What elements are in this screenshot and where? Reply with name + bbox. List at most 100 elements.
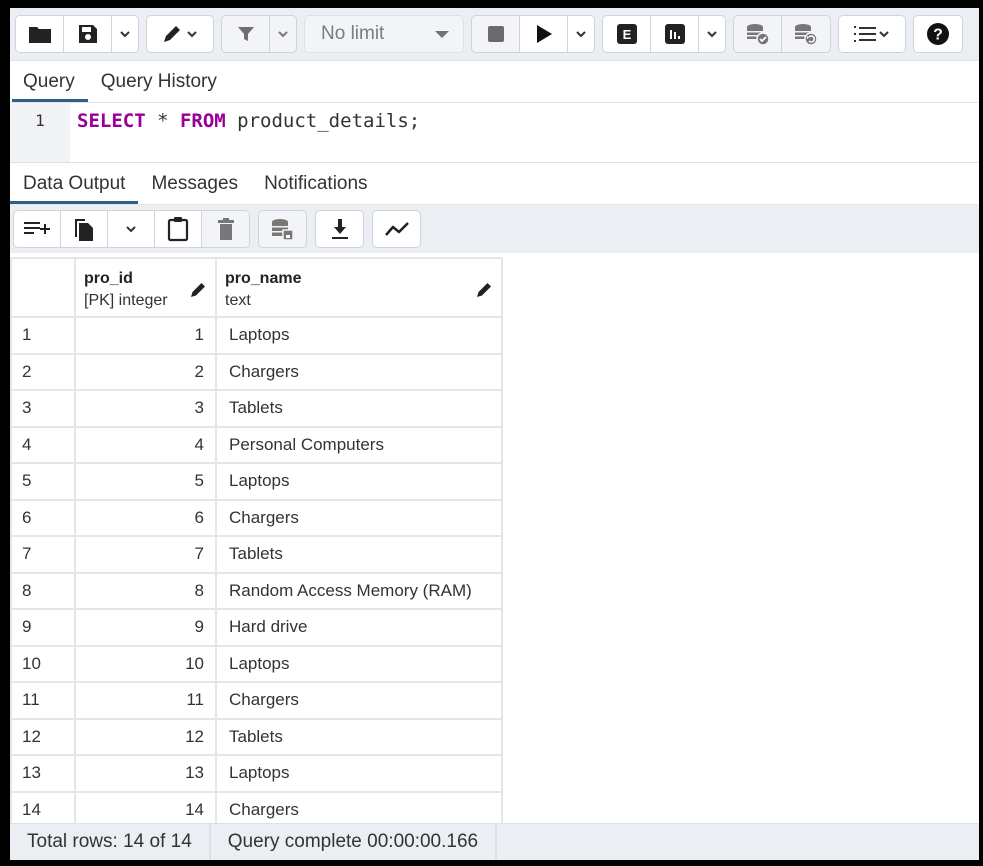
edit-menu-button[interactable]	[147, 16, 213, 52]
row-number-cell[interactable]: 12	[10, 717, 76, 756]
pro-id-cell[interactable]: 7	[74, 535, 217, 574]
row-edit-button-group	[13, 210, 250, 248]
row-number-cell[interactable]: 1	[10, 316, 76, 355]
explain-analyze-button[interactable]	[651, 16, 699, 52]
execute-query-button[interactable]	[520, 16, 568, 52]
macros-list-icon	[854, 26, 876, 42]
download-csv-button[interactable]	[316, 211, 363, 247]
table-row[interactable]: 10 10 Laptops	[10, 644, 503, 683]
row-number-cell[interactable]: 7	[10, 535, 76, 574]
pro-name-cell[interactable]: Hard drive	[215, 608, 503, 647]
table-row[interactable]: 8 8 Random Access Memory (RAM)	[10, 571, 503, 610]
sql-code-line[interactable]: SELECT * FROM product_details;	[70, 103, 420, 162]
pro-name-cell[interactable]: Random Access Memory (RAM)	[215, 571, 503, 610]
paste-icon	[167, 217, 189, 242]
tab-data-output[interactable]: Data Output	[10, 163, 139, 204]
data-output-toolbar	[10, 205, 979, 253]
sql-token-star: *	[145, 110, 180, 132]
row-number-cell[interactable]: 6	[10, 498, 76, 537]
row-number-cell[interactable]: 2	[10, 352, 76, 391]
table-row[interactable]: 4 4 Personal Computers	[10, 425, 503, 464]
pro-name-cell[interactable]: Tablets	[215, 389, 503, 428]
sql-editor[interactable]: 1 SELECT * FROM product_details;	[10, 103, 979, 163]
table-row[interactable]: 11 11 Chargers	[10, 681, 503, 720]
tab-query[interactable]: Query	[10, 61, 88, 102]
pro-id-cell[interactable]: 12	[74, 717, 217, 756]
filter-icon	[237, 27, 254, 41]
copy-button[interactable]	[61, 211, 108, 247]
pro-id-cell[interactable]: 4	[74, 425, 217, 464]
pro-name-cell[interactable]: Tablets	[215, 717, 503, 756]
row-number-header[interactable]	[10, 257, 76, 318]
row-number-cell[interactable]: 11	[10, 681, 76, 720]
query-toolbar: No limit E ?	[10, 8, 979, 61]
open-file-button[interactable]	[16, 16, 64, 52]
save-file-button[interactable]	[64, 16, 112, 52]
copy-options-dropdown[interactable]	[108, 211, 155, 247]
pro-name-cell[interactable]: Laptops	[215, 316, 503, 355]
save-data-changes-button[interactable]	[259, 211, 306, 247]
pro-id-cell[interactable]: 13	[74, 754, 217, 793]
row-limit-select[interactable]: No limit	[304, 15, 464, 53]
table-row[interactable]: 7 7 Tablets	[10, 535, 503, 574]
macros-button[interactable]	[839, 16, 905, 52]
table-row[interactable]: 9 9 Hard drive	[10, 608, 503, 647]
filter-button[interactable]	[222, 16, 270, 52]
column-header-pro-name[interactable]: pro_name text	[215, 257, 503, 318]
column-header-text: pro_id [PK] integer	[84, 270, 168, 310]
column-header-pro-id[interactable]: pro_id [PK] integer	[74, 257, 217, 318]
row-number-cell[interactable]: 9	[10, 608, 76, 647]
delete-row-button[interactable]	[202, 211, 249, 247]
pro-name-cell[interactable]: Chargers	[215, 352, 503, 391]
pro-id-cell[interactable]: 3	[74, 389, 217, 428]
filter-options-dropdown[interactable]	[270, 16, 296, 52]
pro-name-cell[interactable]: Chargers	[215, 498, 503, 537]
row-number-cell[interactable]: 13	[10, 754, 76, 793]
graph-visualiser-button[interactable]	[373, 211, 420, 247]
pro-name-cell[interactable]: Laptops	[215, 754, 503, 793]
row-number-cell[interactable]: 5	[10, 462, 76, 501]
pro-name-cell[interactable]: Tablets	[215, 535, 503, 574]
table-row[interactable]: 12 12 Tablets	[10, 717, 503, 756]
row-number-cell[interactable]: 4	[10, 425, 76, 464]
explain-button[interactable]: E	[603, 16, 651, 52]
tab-messages[interactable]: Messages	[138, 163, 251, 204]
save-data-icon	[271, 219, 294, 241]
explain-options-dropdown[interactable]	[699, 16, 725, 52]
pro-name-cell[interactable]: Laptops	[215, 462, 503, 501]
add-row-button[interactable]	[14, 211, 61, 247]
pro-name-cell[interactable]: Personal Computers	[215, 425, 503, 464]
row-number-cell[interactable]: 10	[10, 644, 76, 683]
rollback-button[interactable]	[782, 16, 830, 52]
pro-name-cell[interactable]: Laptops	[215, 644, 503, 683]
pro-id-cell[interactable]: 2	[74, 352, 217, 391]
pro-id-cell[interactable]: 10	[74, 644, 217, 683]
edit-pencil-icon[interactable]	[189, 281, 207, 299]
table-row[interactable]: 13 13 Laptops	[10, 754, 503, 793]
pro-id-cell[interactable]: 11	[74, 681, 217, 720]
paste-button[interactable]	[155, 211, 202, 247]
data-grid: pro_id [PK] integer pro_name text 1 1 La…	[10, 257, 979, 829]
pro-id-cell[interactable]: 5	[74, 462, 217, 501]
table-row[interactable]: 1 1 Laptops	[10, 316, 503, 355]
pro-id-cell[interactable]: 9	[74, 608, 217, 647]
edit-pencil-icon[interactable]	[475, 281, 493, 299]
pro-id-cell[interactable]: 1	[74, 316, 217, 355]
execute-options-dropdown[interactable]	[568, 16, 594, 52]
tab-query-history[interactable]: Query History	[88, 61, 230, 102]
table-row[interactable]: 3 3 Tablets	[10, 389, 503, 428]
save-options-dropdown[interactable]	[112, 16, 138, 52]
pro-id-cell[interactable]: 6	[74, 498, 217, 537]
commit-button[interactable]	[734, 16, 782, 52]
table-row[interactable]: 2 2 Chargers	[10, 352, 503, 391]
pro-name-cell[interactable]: Chargers	[215, 681, 503, 720]
tab-notifications[interactable]: Notifications	[251, 163, 381, 204]
stop-query-button[interactable]	[472, 16, 520, 52]
table-row[interactable]: 5 5 Laptops	[10, 462, 503, 501]
row-number-cell[interactable]: 3	[10, 389, 76, 428]
table-row[interactable]: 6 6 Chargers	[10, 498, 503, 537]
help-button[interactable]: ?	[914, 16, 962, 52]
pro-id-cell[interactable]: 8	[74, 571, 217, 610]
execute-button-group	[471, 15, 595, 53]
row-number-cell[interactable]: 8	[10, 571, 76, 610]
